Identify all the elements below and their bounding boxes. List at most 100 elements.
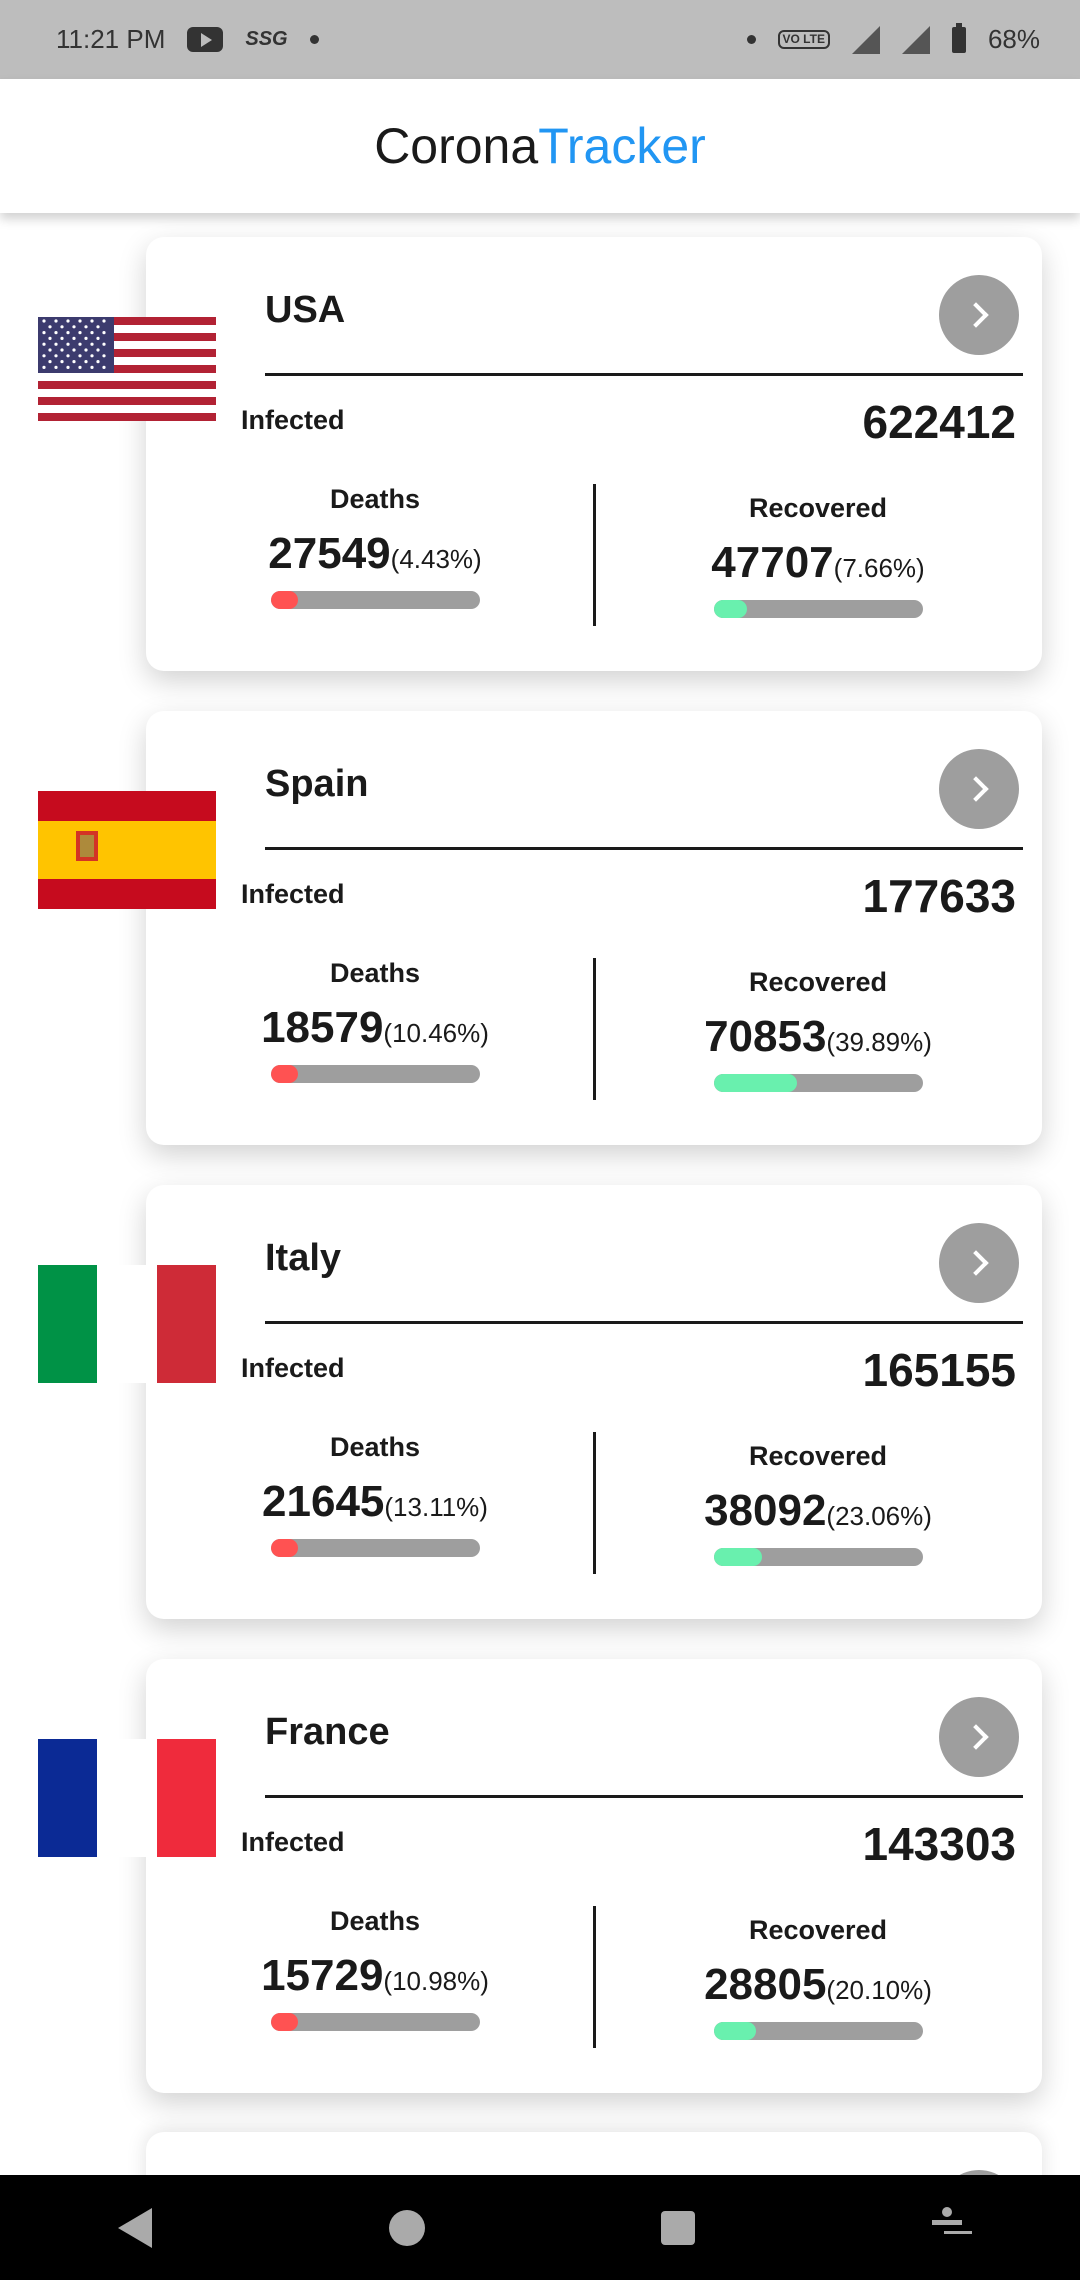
recovered-stat: Recovered 38092(23.06%)	[653, 1441, 983, 1566]
country-name: Italy	[265, 1237, 342, 1279]
status-bar: 11:21 PM SSG VO LTE 68%	[0, 0, 1080, 79]
infected-count: 165155	[862, 1344, 1017, 1396]
recovered-progress	[713, 600, 923, 618]
deaths-percent: (13.11%)	[384, 1492, 488, 1522]
infected-label: Infected	[241, 1353, 345, 1383]
deaths-progress-fill	[270, 2013, 298, 2031]
country-name: Spain	[265, 763, 369, 805]
deaths-row: 21645(13.11%)	[210, 1477, 540, 1527]
recovered-percent: (39.89%)	[826, 1027, 932, 1057]
country-card-france[interactable]: France Infected 143303 Deaths 15729(10.9…	[38, 1659, 1042, 2093]
country-card-spain[interactable]: Spain Infected 177633 Deaths 18579(10.46…	[38, 711, 1042, 1145]
infected-label: Infected	[241, 879, 345, 909]
recovered-label: Recovered	[748, 967, 888, 997]
flag-france-icon	[38, 1739, 216, 1857]
country-name: USA	[265, 289, 346, 331]
battery-icon	[951, 22, 966, 53]
recovered-percent: (23.06%)	[826, 1501, 932, 1531]
recovered-progress-fill	[713, 1548, 762, 1566]
home-icon[interactable]	[388, 2209, 425, 2246]
deaths-label: Deaths	[329, 1906, 421, 1936]
chevron-right-icon	[963, 1724, 989, 1750]
status-bar-left: 11:21 PM SSG	[56, 24, 319, 55]
deaths-progress-fill	[270, 591, 298, 609]
recents-icon[interactable]	[661, 2210, 696, 2245]
deaths-progress	[270, 1539, 480, 1557]
deaths-percent: (4.43%)	[390, 544, 482, 574]
deaths-stat: Deaths 27549(4.43%)	[210, 484, 540, 609]
signal-icon	[851, 25, 880, 54]
status-time: 11:21 PM	[56, 24, 166, 54]
country-card-italy[interactable]: Italy Infected 165155 Deaths 21645(13.11…	[38, 1185, 1042, 1619]
flag-spain-icon	[38, 791, 216, 909]
deaths-label: Deaths	[329, 1432, 421, 1462]
deaths-label: Deaths	[329, 484, 421, 514]
deaths-label: Deaths	[329, 958, 421, 988]
divider	[265, 847, 1023, 850]
recovered-stat: Recovered 47707(7.66%)	[653, 493, 983, 618]
country-card-usa[interactable]: USA Infected 622412 Deaths 27549(4.43%) …	[38, 237, 1042, 671]
infected-label: Infected	[241, 1827, 345, 1857]
deaths-percent: (10.98%)	[383, 1966, 489, 1996]
infected-count: 622412	[862, 396, 1017, 448]
vertical-divider	[593, 1906, 596, 2048]
recovered-row: 38092(23.06%)	[653, 1486, 983, 1536]
recovered-percent: (20.10%)	[826, 1975, 932, 2005]
flag-italy-icon	[38, 1265, 216, 1383]
volte-icon: VO LTE	[777, 30, 830, 49]
deaths-progress-fill	[270, 1065, 298, 1083]
signal-icon-2	[901, 25, 930, 54]
infected-count: 177633	[862, 870, 1017, 922]
ssg-icon: SSG	[245, 28, 288, 50]
country-name: France	[265, 1711, 390, 1753]
details-button[interactable]	[939, 275, 1019, 355]
accessibility-icon[interactable]	[931, 2206, 962, 2249]
deaths-progress	[270, 1065, 480, 1083]
deaths-stat: Deaths 15729(10.98%)	[210, 1906, 540, 2031]
deaths-percent: (10.46%)	[383, 1018, 489, 1048]
chevron-right-icon	[963, 776, 989, 802]
deaths-row: 15729(10.98%)	[210, 1951, 540, 2001]
deaths-stat: Deaths 21645(13.11%)	[210, 1432, 540, 1557]
recovered-row: 70853(39.89%)	[653, 1012, 983, 1062]
recovered-stat: Recovered 70853(39.89%)	[653, 967, 983, 1092]
details-button[interactable]	[939, 1697, 1019, 1777]
status-bar-right: VO LTE 68%	[746, 22, 1040, 55]
deaths-count: 18579	[261, 1003, 384, 1052]
deaths-row: 18579(10.46%)	[210, 1003, 540, 1053]
dot-icon	[746, 35, 756, 44]
recovered-row: 28805(20.10%)	[653, 1960, 983, 2010]
flag-usa-icon	[38, 317, 216, 435]
recovered-progress-fill	[713, 1074, 797, 1092]
app-title-part1: Corona	[374, 118, 539, 174]
recovered-label: Recovered	[748, 1441, 888, 1471]
recovered-count: 70853	[704, 1012, 827, 1061]
infected-count: 143303	[862, 1818, 1017, 1870]
back-icon[interactable]	[118, 2207, 153, 2248]
deaths-progress	[270, 2013, 480, 2031]
recovered-progress-fill	[713, 600, 747, 618]
youtube-icon	[187, 27, 224, 52]
deaths-count: 27549	[268, 529, 391, 578]
battery-percent: 68%	[987, 24, 1040, 54]
deaths-row: 27549(4.43%)	[210, 529, 540, 579]
recovered-count: 47707	[711, 538, 834, 587]
recovered-progress	[713, 1548, 923, 1566]
app-title-part2: Tracker	[538, 118, 706, 174]
recovered-row: 47707(7.66%)	[653, 538, 983, 588]
recovered-progress	[713, 1074, 923, 1092]
vertical-divider	[593, 1432, 596, 1574]
deaths-count: 21645	[262, 1477, 385, 1526]
details-button[interactable]	[939, 1223, 1019, 1303]
divider	[265, 1321, 1023, 1324]
notification-dot-icon	[309, 35, 319, 44]
details-button[interactable]	[939, 749, 1019, 829]
deaths-stat: Deaths 18579(10.46%)	[210, 958, 540, 1083]
recovered-label: Recovered	[748, 1915, 888, 1945]
divider	[265, 1795, 1023, 1798]
deaths-progress-fill	[270, 1539, 298, 1557]
app-bar: Corona Tracker	[0, 79, 1080, 213]
recovered-percent: (7.66%)	[833, 553, 925, 583]
recovered-stat: Recovered 28805(20.10%)	[653, 1915, 983, 2040]
divider	[265, 373, 1023, 376]
